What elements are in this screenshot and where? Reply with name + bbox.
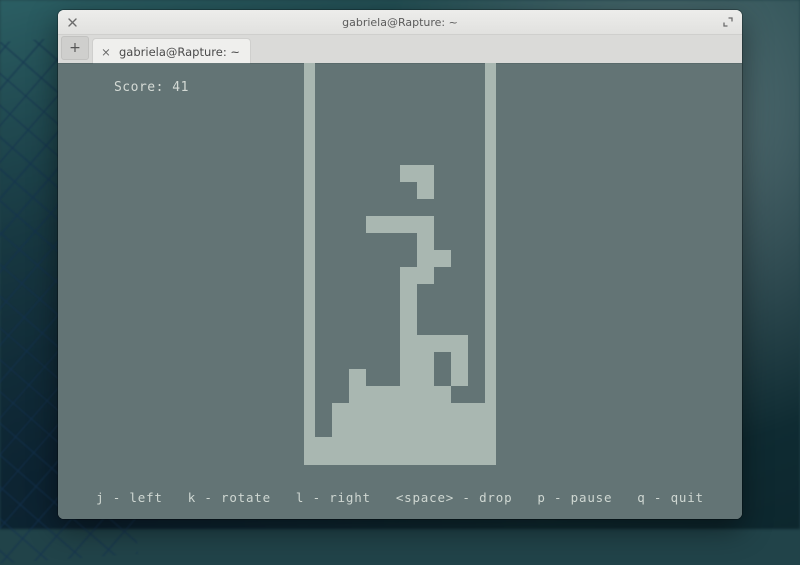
window-maximize-button[interactable]: [718, 12, 738, 32]
tetris-block: [417, 420, 434, 437]
tetris-block: [400, 437, 417, 454]
tetris-block: [468, 420, 485, 437]
tetris-block: [434, 437, 451, 454]
tetris-block: [417, 267, 434, 284]
tetris-block: [366, 420, 383, 437]
tetris-block: [434, 403, 451, 420]
tetris-block: [400, 267, 417, 284]
tab-label: gabriela@Rapture: ~: [119, 45, 240, 59]
tetris-block: [451, 335, 468, 352]
tetris-block: [417, 216, 434, 233]
tetris-block: [349, 420, 366, 437]
plus-icon: +: [69, 41, 81, 55]
tetris-block: [400, 301, 417, 318]
tetris-block: [417, 165, 434, 182]
tetris-block: [434, 250, 451, 267]
tetris-block: [417, 182, 434, 199]
tetris-block: [349, 386, 366, 403]
playfield-wall-right: [485, 63, 496, 465]
tetris-block: [383, 386, 400, 403]
tab-terminal[interactable]: × gabriela@Rapture: ~: [92, 38, 251, 64]
tetris-block: [417, 335, 434, 352]
terminal-window: gabriela@Rapture: ~ + × gabriela@Rapture…: [58, 10, 742, 519]
tetris-block: [349, 403, 366, 420]
close-icon: ×: [101, 45, 111, 59]
tab-bar: + × gabriela@Rapture: ~: [58, 35, 742, 64]
tetris-block: [400, 318, 417, 335]
tetris-block: [383, 420, 400, 437]
tetris-block: [383, 403, 400, 420]
tetris-block: [383, 216, 400, 233]
tetris-block: [468, 403, 485, 420]
tetris-block: [417, 437, 434, 454]
tetris-block: [366, 216, 383, 233]
terminal-viewport[interactable]: Score: 41 j - left k - rotate l - right …: [58, 63, 742, 519]
tetris-block: [400, 403, 417, 420]
tetris-block: [349, 369, 366, 386]
score-value: 41: [172, 80, 189, 95]
maximize-icon: [723, 17, 733, 27]
tetris-block: [400, 335, 417, 352]
tetris-block: [417, 250, 434, 267]
tetris-block: [400, 216, 417, 233]
score-display: Score: 41: [64, 65, 189, 110]
tetris-block: [451, 420, 468, 437]
tetris-block: [400, 284, 417, 301]
tetris-block: [417, 386, 434, 403]
controls-help: j - left k - rotate l - right <space> - …: [58, 490, 742, 505]
tetris-block: [332, 420, 349, 437]
tetris-block: [366, 403, 383, 420]
close-icon: [68, 18, 77, 27]
tetris-block: [417, 369, 434, 386]
window-title: gabriela@Rapture: ~: [58, 16, 742, 29]
tetris-block: [400, 386, 417, 403]
playfield-floor: [304, 454, 496, 465]
tetris-block: [434, 335, 451, 352]
tab-close-button[interactable]: ×: [99, 45, 113, 59]
tetris-block: [400, 420, 417, 437]
tetris-playfield: [304, 63, 496, 465]
tetris-block: [315, 437, 332, 454]
tetris-block: [383, 437, 400, 454]
tetris-block: [349, 437, 366, 454]
tetris-block: [417, 233, 434, 250]
tetris-block: [332, 437, 349, 454]
tetris-block: [366, 437, 383, 454]
tetris-block: [468, 437, 485, 454]
tetris-block: [451, 437, 468, 454]
window-titlebar[interactable]: gabriela@Rapture: ~: [58, 10, 742, 35]
window-close-button[interactable]: [62, 12, 82, 32]
tetris-block: [400, 165, 417, 182]
score-label: Score:: [114, 80, 172, 95]
tetris-block: [451, 369, 468, 386]
tetris-block: [332, 403, 349, 420]
tetris-block: [400, 369, 417, 386]
new-tab-button[interactable]: +: [61, 36, 89, 60]
playfield-wall-left: [304, 63, 315, 465]
tetris-block: [434, 420, 451, 437]
tetris-block: [366, 386, 383, 403]
tetris-block: [434, 386, 451, 403]
tetris-block: [451, 352, 468, 369]
tetris-block: [417, 403, 434, 420]
tetris-block: [451, 403, 468, 420]
tetris-block: [417, 352, 434, 369]
tetris-block: [400, 352, 417, 369]
